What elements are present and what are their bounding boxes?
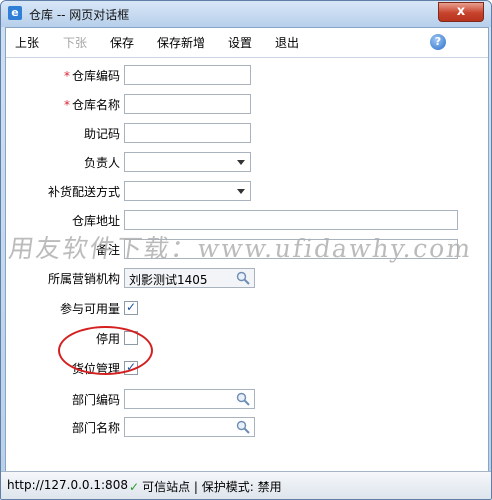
search-icon[interactable] [236, 392, 250, 406]
status-bar: http://127.0.0.1:808 ✓ 可信站点 | 保护模式: 禁用 [1, 471, 491, 499]
org-label: 所属营销机构 [47, 272, 120, 286]
checkmark-icon: ✓ [126, 300, 137, 314]
annotation-circle [58, 326, 153, 375]
warehouse-code-label: * 仓库编码 [63, 69, 120, 83]
manager-label: 负责人 [83, 156, 120, 170]
save-button[interactable]: 保存 [110, 34, 134, 51]
required-mark: * [63, 69, 70, 83]
available-label: 参与可用量 [59, 302, 120, 316]
mnemonic-input[interactable] [124, 123, 251, 143]
dept-code-label: 部门编码 [71, 393, 120, 407]
check-icon: ✓ [129, 480, 140, 494]
dept-name-lookup[interactable] [124, 417, 255, 437]
warehouse-name-input[interactable] [124, 94, 251, 114]
chevron-down-icon [237, 160, 245, 165]
prev-button[interactable]: 上张 [15, 34, 39, 51]
window-title: 仓库 -- 网页对话框 [29, 8, 130, 22]
address-label: 仓库地址 [71, 214, 120, 228]
warehouse-name-label: * 仓库名称 [63, 98, 120, 112]
available-checkbox[interactable]: ✓ [124, 300, 138, 315]
required-mark: * [63, 98, 70, 112]
org-lookup[interactable]: 刘影测试1405 [124, 268, 255, 288]
settings-button[interactable]: 设置 [228, 34, 252, 51]
toolbar: 上张 下张 保存 保存新增 设置 退出 ? [6, 28, 488, 58]
next-button[interactable]: 下张 [63, 34, 87, 51]
org-value: 刘影测试1405 [129, 273, 208, 287]
status-url: http://127.0.0.1:808 [7, 478, 128, 492]
warehouse-code-input[interactable] [124, 65, 251, 85]
watermark-text: 用友软件下载：www.ufidawhy.com [6, 234, 475, 263]
save-and-new-button[interactable]: 保存新增 [157, 34, 205, 51]
manager-select[interactable] [124, 152, 251, 172]
delivery-method-label: 补货配送方式 [47, 185, 120, 199]
close-button[interactable]: x [438, 2, 484, 22]
dept-name-label: 部门名称 [71, 421, 120, 435]
help-icon[interactable]: ? [430, 34, 446, 50]
title-bar[interactable]: e 仓库 -- 网页对话框 x [1, 1, 491, 27]
address-input[interactable] [124, 210, 458, 230]
chevron-down-icon [237, 189, 245, 194]
search-icon[interactable] [236, 420, 250, 434]
mnemonic-label: 助记码 [83, 127, 120, 141]
search-icon[interactable] [236, 271, 250, 285]
ie-page-icon: e [8, 6, 22, 20]
dept-code-lookup[interactable] [124, 389, 255, 409]
security-zone: ✓ 可信站点 | 保护模式: 禁用 [129, 480, 282, 494]
delivery-method-select[interactable] [124, 181, 251, 201]
exit-button[interactable]: 退出 [275, 34, 299, 51]
dialog-window: e 仓库 -- 网页对话框 x 上张 下张 保存 保存新增 设置 退出 ? * 仓… [0, 0, 492, 500]
